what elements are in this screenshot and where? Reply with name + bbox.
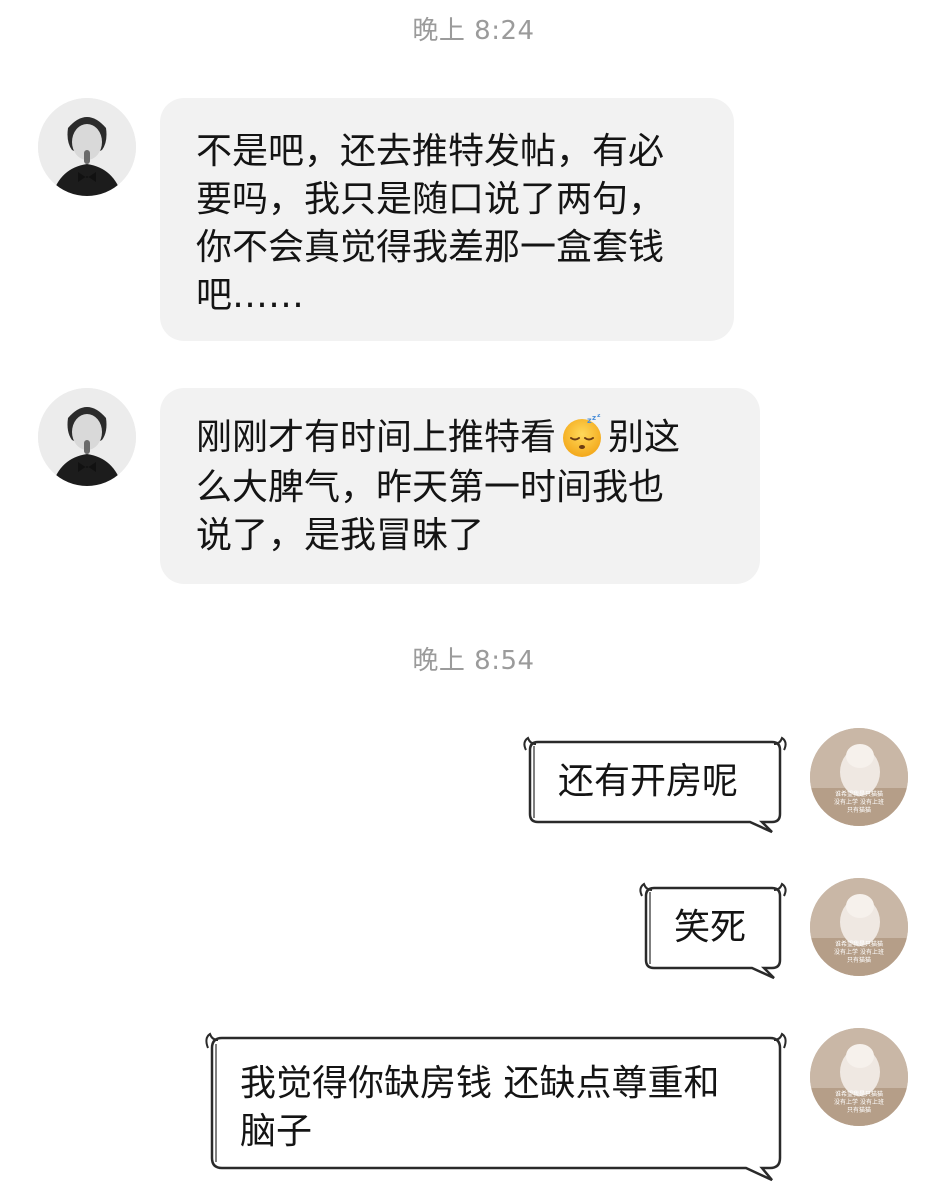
message-text: 笑死 bbox=[674, 907, 747, 948]
message-text-line: 不是吧，还去推特发帖，有必 bbox=[196, 131, 665, 172]
message-text-line: 我觉得你缺房钱 还缺点尊重和 bbox=[240, 1063, 720, 1104]
avatar-caption: 只有猫猫 bbox=[847, 956, 871, 964]
incoming-message-bubble[interactable]: 刚刚才有时间上推特看 z z z 别这 么大脾气，昨天第一时间我也 说了，是我冒… bbox=[160, 388, 760, 584]
self-avatar[interactable]: 谁希望我是只猫猫 没有上学 没有上班 只有猫猫 bbox=[810, 1028, 908, 1126]
svg-text:z: z bbox=[592, 414, 596, 422]
timestamp: 晚上 8:24 bbox=[412, 16, 535, 46]
message-text: 我觉得你缺房钱 还缺点尊重和 脑子 bbox=[206, 1030, 786, 1178]
message-text-line: 刚刚才有时间上推特看 z z z 别这 bbox=[196, 414, 724, 464]
message-text: 别这 bbox=[608, 417, 681, 458]
timestamp: 晚上 8:54 bbox=[412, 646, 535, 676]
avatar-caption: 谁希望我是只猫猫 bbox=[835, 790, 883, 798]
message-text-line: 么大脾气，昨天第一时间我也 bbox=[196, 467, 665, 508]
sleeping-face-emoji-icon: z z z bbox=[560, 414, 604, 458]
avatar-caption: 没有上学 没有上班 bbox=[834, 1098, 884, 1106]
message-text: 刚刚才有时间上推特看 bbox=[196, 417, 557, 458]
message-text: 还有开房呢 bbox=[558, 761, 739, 802]
svg-text:z: z bbox=[597, 414, 601, 419]
message-text-line: 要吗，我只是随口说了两句， bbox=[196, 179, 665, 220]
avatar-caption: 没有上学 没有上班 bbox=[834, 798, 884, 806]
outgoing-message-bubble[interactable]: 笑死 bbox=[639, 880, 787, 980]
outgoing-message-bubble[interactable]: 还有开房呢 bbox=[523, 736, 787, 834]
message-text-line: 吧…… bbox=[196, 275, 305, 316]
avatar-caption: 没有上学 没有上班 bbox=[834, 948, 884, 956]
message-text-line: 脑子 bbox=[240, 1111, 313, 1152]
message-text-line: 你不会真觉得我差那一盒套钱 bbox=[196, 227, 665, 268]
self-avatar[interactable]: 谁希望我是只猫猫 没有上学 没有上班 只有猫猫 bbox=[810, 878, 908, 976]
avatar-caption: 谁希望我是只猫猫 bbox=[835, 940, 883, 948]
avatar-caption: 只有猫猫 bbox=[847, 1106, 871, 1114]
contact-avatar[interactable] bbox=[38, 98, 136, 196]
contact-avatar[interactable] bbox=[38, 388, 136, 486]
incoming-message-bubble[interactable]: 不是吧，还去推特发帖，有必 要吗，我只是随口说了两句， 你不会真觉得我差那一盒套… bbox=[160, 98, 734, 341]
avatar-caption: 只有猫猫 bbox=[847, 806, 871, 814]
message-text-line: 说了，是我冒昧了 bbox=[196, 515, 485, 556]
outgoing-message-bubble[interactable]: 我觉得你缺房钱 还缺点尊重和 脑子 bbox=[205, 1030, 787, 1182]
self-avatar[interactable]: 谁希望我是只猫猫 没有上学 没有上班 只有猫猫 bbox=[810, 728, 908, 826]
avatar-caption: 谁希望我是只猫猫 bbox=[835, 1090, 883, 1098]
